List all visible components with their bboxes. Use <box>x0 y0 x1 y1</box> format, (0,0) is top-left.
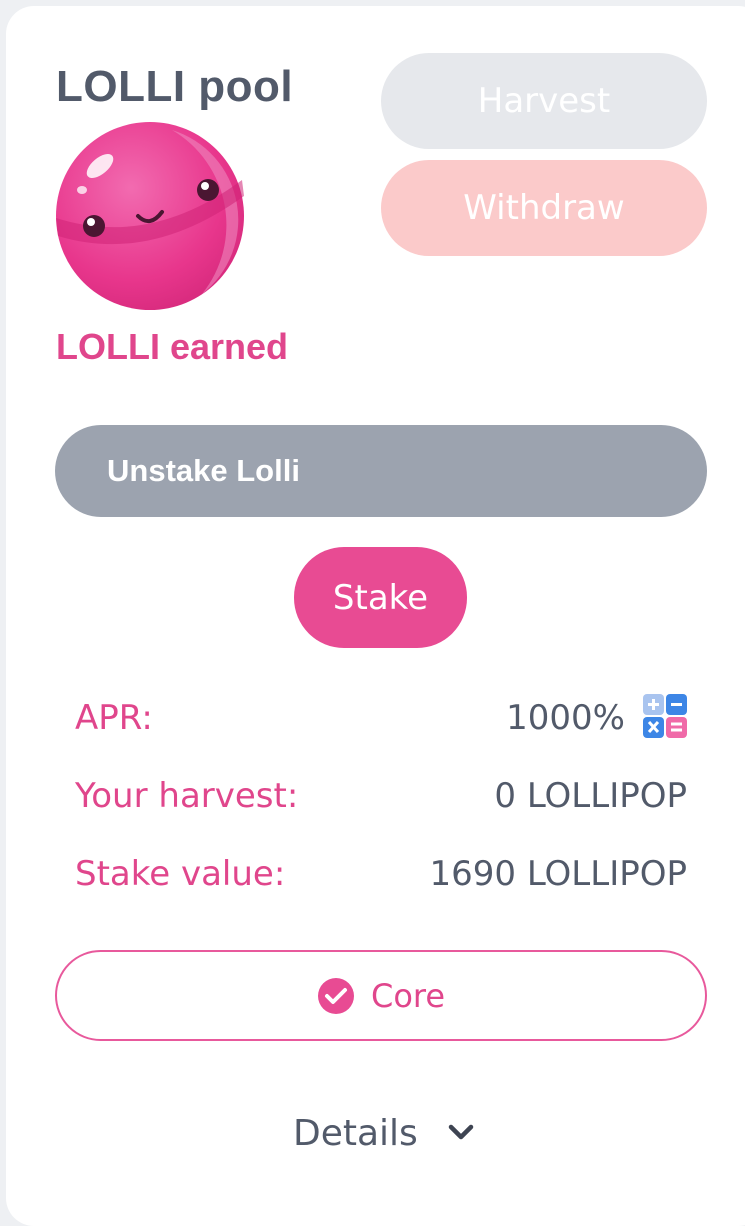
apr-value: 1000% <box>506 698 625 738</box>
chevron-down-icon <box>448 1124 474 1140</box>
pool-title: LOLLI pool <box>56 62 294 111</box>
stake-button[interactable]: Stake <box>294 547 467 648</box>
details-toggle[interactable]: Details <box>293 1108 474 1158</box>
details-label: Details <box>293 1112 418 1154</box>
calculator-icon[interactable] <box>643 694 687 738</box>
harvest-stat-label: Your harvest: <box>75 776 299 816</box>
stake-value: 1690 LOLLIPOP <box>429 854 687 894</box>
earned-label: LOLLI earned <box>56 326 289 367</box>
harvest-stat-value: 0 LOLLIPOP <box>494 776 687 816</box>
stake-value-label: Stake value: <box>75 854 286 894</box>
check-circle-icon <box>317 977 354 1014</box>
apr-label: APR: <box>75 698 153 738</box>
withdraw-button[interactable]: Withdraw <box>381 160 707 256</box>
harvest-button[interactable]: Harvest <box>381 53 707 149</box>
unstake-button[interactable]: Unstake Lolli <box>55 425 707 517</box>
core-label: Core <box>370 976 446 1015</box>
core-badge: Core <box>55 950 707 1041</box>
lollipop-logo-icon <box>56 122 244 310</box>
